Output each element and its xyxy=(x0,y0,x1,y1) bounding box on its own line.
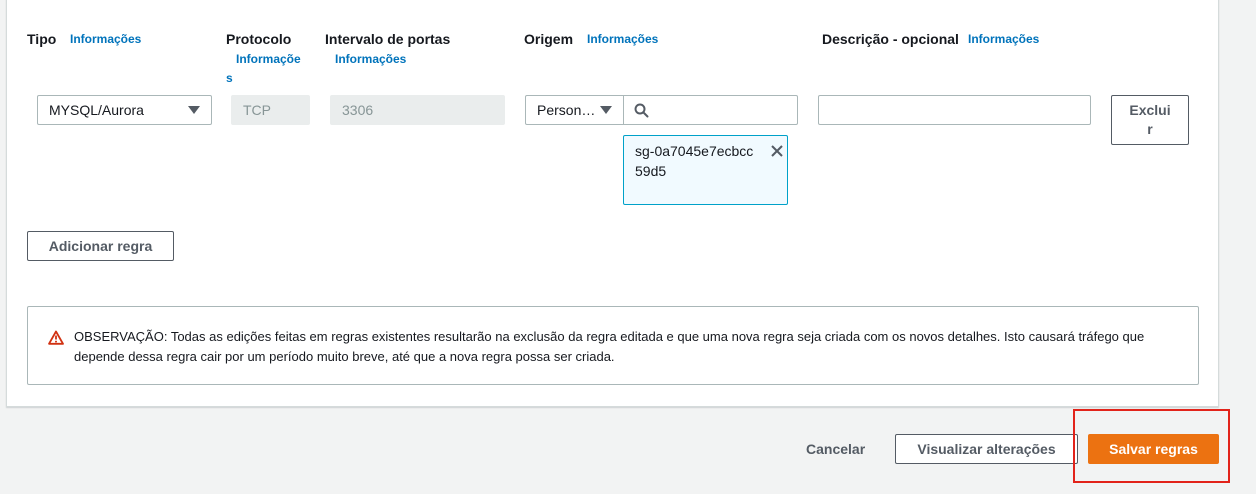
caret-down-icon xyxy=(600,106,612,114)
caret-down-icon xyxy=(188,106,200,114)
warning-icon xyxy=(48,330,64,345)
search-icon xyxy=(634,103,649,118)
source-type-value: Person… xyxy=(537,102,596,118)
info-link-protocolo[interactable]: Informações xyxy=(226,50,304,88)
info-link-tipo[interactable]: Informações xyxy=(70,32,141,46)
header-tipo: Tipo xyxy=(27,31,57,47)
info-link-intervalo[interactable]: Informações xyxy=(335,52,406,66)
delete-rule-button[interactable]: Excluir xyxy=(1111,95,1189,145)
header-origem: Origem xyxy=(524,31,574,47)
header-protocolo: Protocolo xyxy=(226,31,292,47)
type-select[interactable]: MYSQL/Aurora xyxy=(37,95,212,125)
port-range-field: 3306 xyxy=(330,95,505,125)
highlight-box xyxy=(1073,409,1230,483)
source-type-select[interactable]: Person… xyxy=(525,95,625,125)
info-link-descricao[interactable]: Informações xyxy=(968,32,1039,46)
cancel-button[interactable]: Cancelar xyxy=(806,441,865,457)
source-token-label: sg-0a7045e7ecbcc59d5 xyxy=(635,143,754,179)
warning-alert: OBSERVAÇÃO: Todas as edições feitas em r… xyxy=(27,306,1199,385)
preview-changes-button[interactable]: Visualizar alterações xyxy=(895,434,1078,464)
header-intervalo-portas: Intervalo de portas xyxy=(325,31,451,47)
description-input[interactable] xyxy=(818,95,1091,125)
add-rule-button[interactable]: Adicionar regra xyxy=(27,231,174,261)
warning-text: OBSERVAÇÃO: Todas as edições feitas em r… xyxy=(74,329,1145,364)
source-token: sg-0a7045e7ecbcc59d5 xyxy=(623,135,788,205)
info-link-origem[interactable]: Informações xyxy=(587,32,658,46)
protocol-field: TCP xyxy=(231,95,310,125)
type-select-value: MYSQL/Aurora xyxy=(49,102,144,118)
source-search-box[interactable] xyxy=(623,95,798,125)
close-icon[interactable] xyxy=(770,144,784,158)
header-descricao: Descrição - opcional xyxy=(822,31,959,47)
